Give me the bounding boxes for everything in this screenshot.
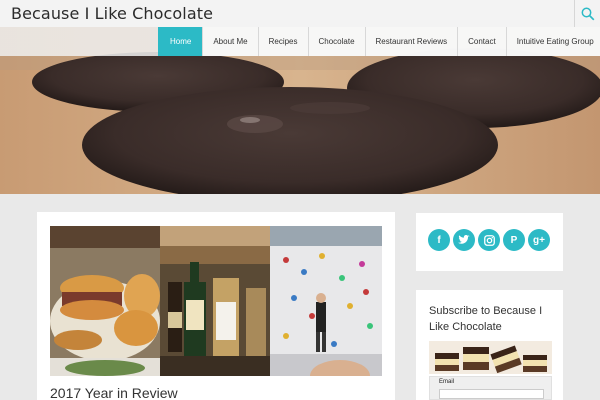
nav-item-restaurant-reviews[interactable]: Restaurant Reviews bbox=[364, 27, 458, 56]
google-plus-icon[interactable]: g+ bbox=[528, 229, 550, 251]
nav-item-about-me[interactable]: About Me bbox=[202, 27, 258, 56]
facebook-icon[interactable]: f bbox=[428, 229, 450, 251]
nav-item-home[interactable]: Home bbox=[158, 27, 203, 56]
nav-item-chocolate[interactable]: Chocolate bbox=[307, 27, 365, 56]
search-icon bbox=[581, 7, 594, 20]
email-field[interactable] bbox=[439, 389, 544, 399]
post-title[interactable]: 2017 Year in Review bbox=[50, 385, 178, 400]
subscribe-title: Subscribe to Because I Like Chocolate bbox=[429, 305, 543, 333]
social-widget: f P g+ bbox=[416, 213, 563, 271]
site-title[interactable]: Because I Like Chocolate bbox=[11, 4, 213, 23]
post-thumbnail[interactable] bbox=[50, 226, 382, 376]
main-nav: Home About Me Recipes Chocolate Restaura… bbox=[158, 27, 600, 56]
site-header: Because I Like Chocolate Home About Me R… bbox=[0, 0, 600, 56]
pinterest-icon[interactable]: P bbox=[503, 229, 525, 251]
search-button[interactable] bbox=[574, 0, 600, 27]
email-label: Email bbox=[439, 379, 455, 385]
instagram-icon[interactable] bbox=[478, 229, 500, 251]
twitter-icon[interactable] bbox=[453, 229, 475, 251]
nanaimo-bars-image bbox=[429, 341, 552, 374]
signup-form: Email bbox=[429, 376, 552, 400]
subscribe-widget: Subscribe to Because I Like Chocolate Em… bbox=[416, 290, 563, 400]
featured-post-card: 2017 Year in Review bbox=[37, 212, 395, 400]
nav-item-contact[interactable]: Contact bbox=[457, 27, 506, 56]
nav-item-recipes[interactable]: Recipes bbox=[257, 27, 308, 56]
social-icons-row: f P g+ bbox=[428, 229, 550, 251]
nav-item-intuitive-eating-group[interactable]: Intuitive Eating Group bbox=[505, 27, 600, 56]
